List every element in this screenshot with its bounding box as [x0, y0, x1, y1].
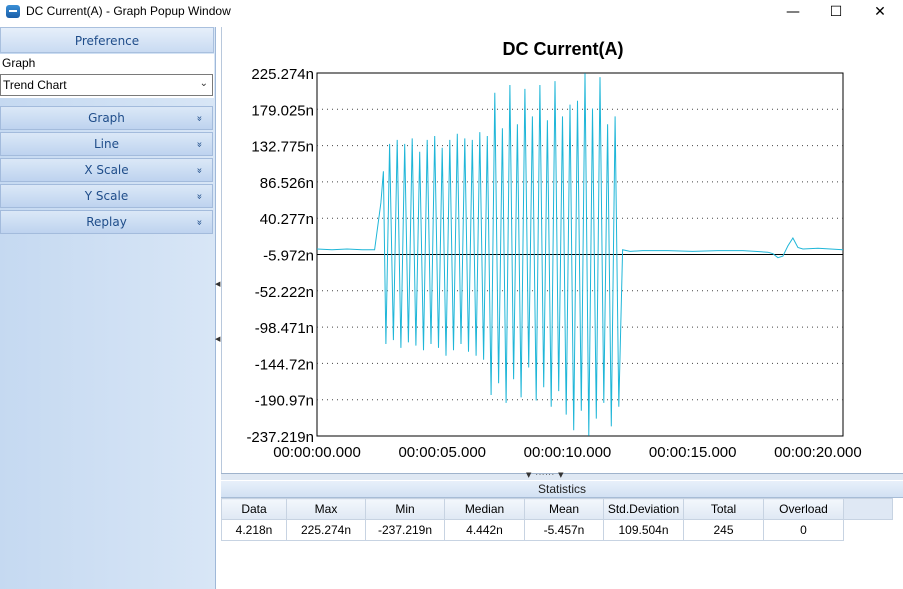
group-label: Replay — [86, 215, 127, 229]
statistics-table: Data Max Min Median Mean Std.Deviation T… — [221, 498, 893, 541]
col-header: Data — [221, 498, 287, 520]
group-replay[interactable]: Replay » — [0, 210, 213, 234]
col-header: Overload — [763, 498, 844, 520]
expand-chevron-icon: » — [193, 167, 205, 174]
cell-min: -237.219n — [365, 519, 445, 541]
group-label: Graph — [88, 111, 125, 125]
graph-property-label: Graph — [2, 56, 36, 70]
cell-std-deviation: 109.504n — [603, 519, 684, 541]
cell-total: 245 — [683, 519, 764, 541]
cell-mean: -5.457n — [524, 519, 604, 541]
col-header: Min — [365, 498, 445, 520]
minimize-button[interactable]: — — [771, 0, 815, 24]
group-y-scale[interactable]: Y Scale » — [0, 184, 213, 208]
x-tick-label: 00:00:05.000 — [398, 444, 486, 461]
expand-chevron-icon: » — [193, 219, 205, 226]
group-graph[interactable]: Graph » — [0, 106, 213, 130]
y-tick-label: -52.222n — [255, 284, 314, 301]
col-header: Max — [286, 498, 366, 520]
statistics-caption: Statistics — [221, 481, 903, 498]
close-button[interactable]: ✕ — [858, 0, 902, 24]
table-header-row: Data Max Min Median Mean Std.Deviation T… — [221, 498, 893, 520]
expand-chevron-icon: » — [193, 115, 205, 122]
table-row: 4.218n 225.274n -237.219n 4.442n -5.457n… — [221, 519, 893, 541]
cell-max: 225.274n — [286, 519, 366, 541]
y-tick-label: 179.025n — [251, 102, 314, 119]
y-tick-label: 40.277n — [260, 211, 314, 228]
horizontal-splitter[interactable]: ▼ ······ ▼ — [221, 471, 903, 480]
group-label: Line — [93, 137, 119, 151]
preference-button[interactable]: Preference — [0, 27, 214, 53]
graph-type-select[interactable]: Trend Chart ⌄ — [0, 74, 213, 96]
title-bar: DC Current(A) - Graph Popup Window — ☐ ✕ — [0, 0, 903, 24]
maximize-button[interactable]: ☐ — [814, 0, 858, 24]
y-tick-label: -98.471n — [255, 320, 314, 337]
cell-data: 4.218n — [221, 519, 287, 541]
x-tick-label: 00:00:00.000 — [273, 444, 361, 461]
col-header: Median — [444, 498, 525, 520]
y-tick-label: 86.526n — [260, 175, 314, 192]
group-label: Y Scale — [84, 189, 129, 203]
row-filler — [844, 520, 893, 541]
col-header: Total — [683, 498, 764, 520]
collapse-left-icon[interactable]: ◀ — [215, 335, 220, 343]
x-tick-label: 00:00:10.000 — [524, 444, 612, 461]
group-x-scale[interactable]: X Scale » — [0, 158, 213, 182]
graph-type-property: Graph Trend Chart ⌄ — [0, 54, 214, 98]
trend-chart: DC Current(A) 225.274n 179.025n 132.775n 86… — [221, 27, 903, 474]
expand-chevron-icon: » — [193, 193, 205, 200]
cell-median: 4.442n — [444, 519, 525, 541]
collapse-left-icon[interactable]: ◀ — [215, 280, 220, 288]
y-tick-label: 132.775n — [251, 139, 314, 156]
y-tick-label: 225.274n — [251, 66, 314, 83]
x-tick-label: 00:00:20.000 — [774, 444, 862, 461]
group-label: X Scale — [84, 163, 129, 177]
header-filler — [843, 498, 893, 520]
x-tick-label: 00:00:15.000 — [649, 444, 737, 461]
statistics-panel: Statistics Data Max Min Median Mean Std.… — [221, 481, 903, 589]
graph-type-value: Trend Chart — [3, 78, 67, 92]
window-title: DC Current(A) - Graph Popup Window — [26, 4, 231, 18]
splitter-grip-icon[interactable]: ▼ ······ ▼ — [526, 471, 565, 479]
col-header: Std.Deviation — [603, 498, 684, 520]
cell-overload: 0 — [763, 519, 844, 541]
chart-canvas: 225.274n 179.025n 132.775n 86.526n 40.277n -5… — [246, 66, 862, 461]
expand-chevron-icon: » — [193, 141, 205, 148]
col-header: Mean — [524, 498, 604, 520]
chevron-down-icon[interactable]: ⌄ — [200, 78, 208, 89]
settings-panel: Preference Graph Trend Chart ⌄ Graph » L… — [0, 27, 216, 589]
y-tick-label: -5.972n — [263, 248, 314, 265]
y-tick-label: -144.72n — [255, 356, 314, 373]
group-line[interactable]: Line » — [0, 132, 213, 156]
y-tick-label: -190.97n — [255, 393, 314, 410]
app-icon — [6, 5, 20, 18]
